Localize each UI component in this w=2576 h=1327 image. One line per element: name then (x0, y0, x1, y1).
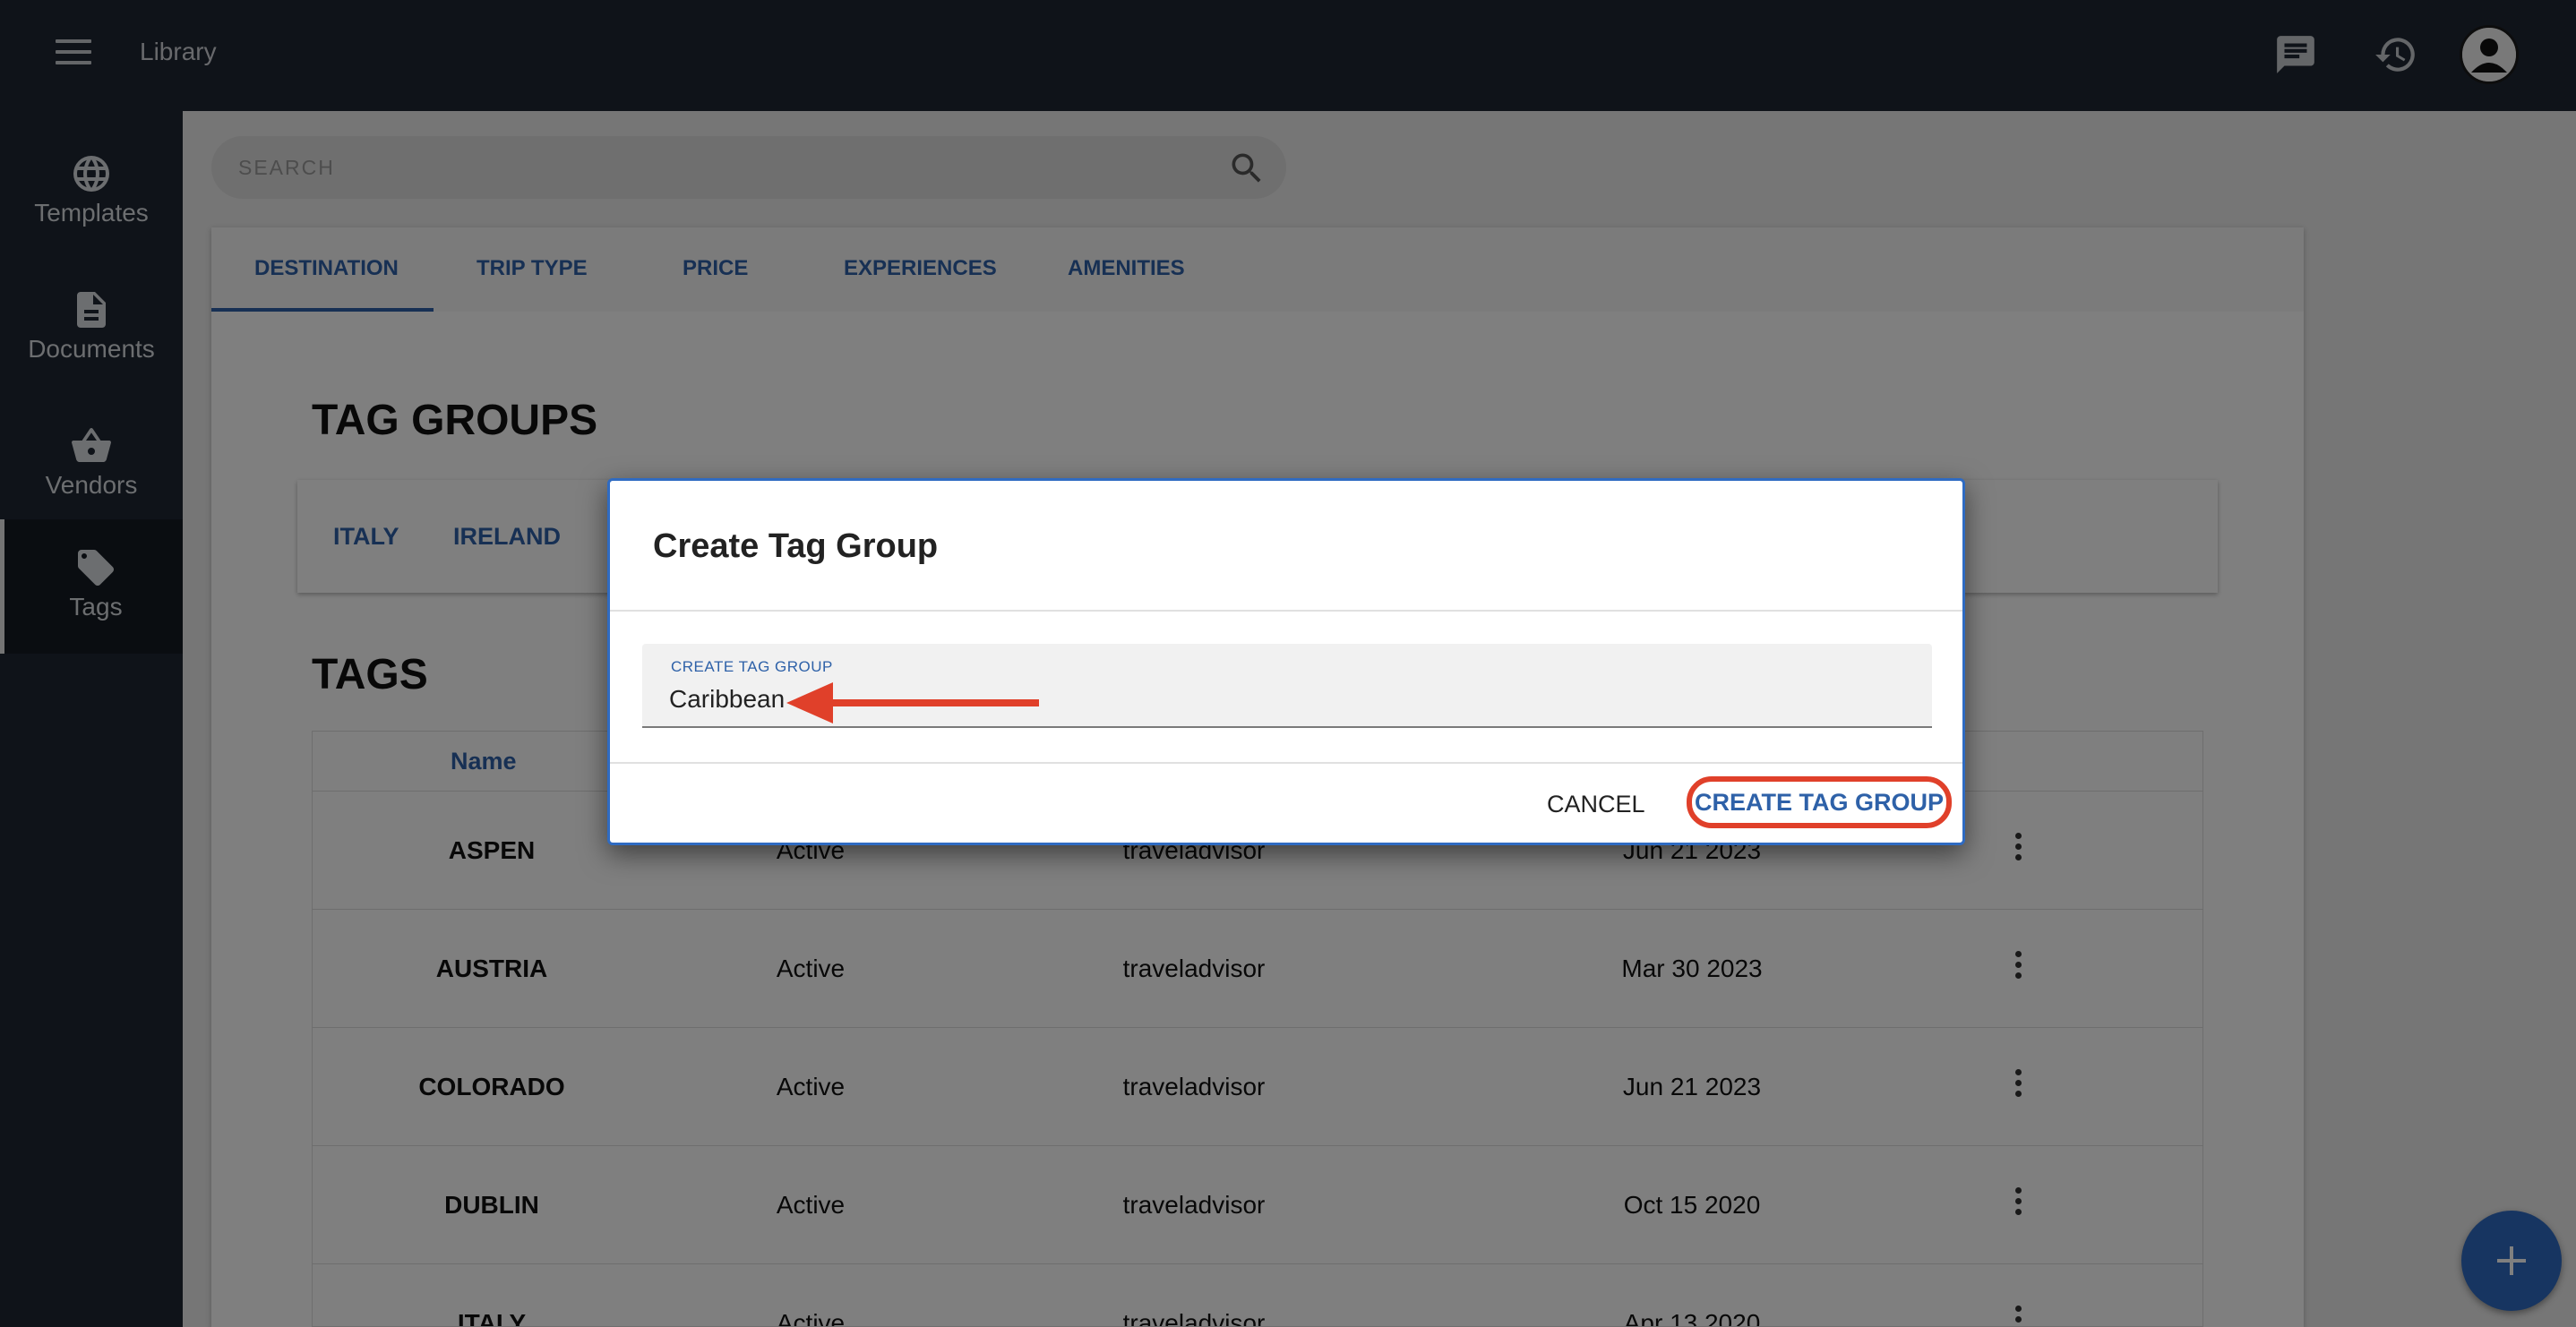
divider (610, 610, 1962, 612)
create-tag-group-button[interactable]: CREATE TAG GROUP (1687, 776, 1952, 828)
tag-group-name-input[interactable]: Caribbean (669, 685, 785, 714)
dialog-title: Create Tag Group (653, 527, 939, 565)
cancel-button[interactable]: CANCEL (1547, 791, 1645, 818)
field-label: CREATE TAG GROUP (671, 658, 833, 675)
create-tag-group-dialog: Create Tag Group CREATE TAG GROUP Caribb… (607, 478, 1965, 845)
annotation-arrow-icon (786, 682, 1039, 723)
divider (610, 762, 1962, 764)
